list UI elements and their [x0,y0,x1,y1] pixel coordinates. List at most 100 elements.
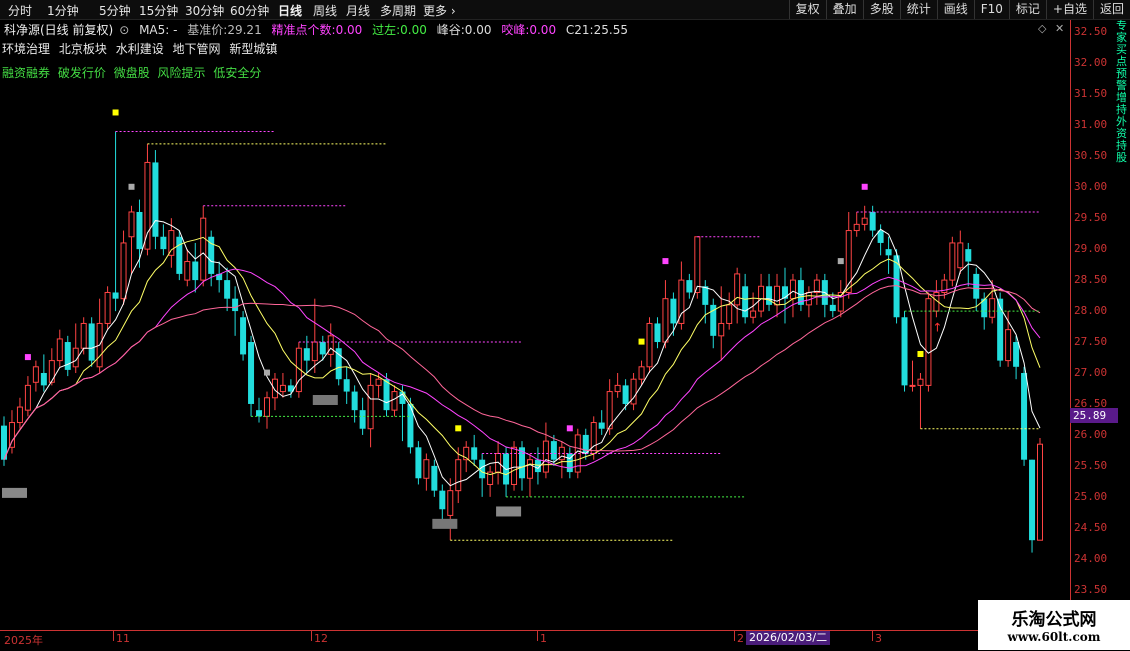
x-separator [311,631,312,641]
tag-beijing[interactable]: 北京板块 [59,42,107,56]
candle-body [542,440,549,473]
signal-marker [128,183,135,190]
candle-body [702,286,709,305]
y-tick-label: 26.00 [1074,427,1108,441]
tag-urbanization[interactable]: 新型城镇 [229,42,277,56]
candle-body [614,384,621,393]
multi-stock-button[interactable]: 多股 [862,0,900,19]
watermark-logo: 乐淘公式网 www.60lt.com [978,600,1130,650]
signal-marker [24,354,31,361]
candle-body [192,261,199,281]
candle-body [447,490,454,516]
candle-body [646,322,653,368]
candle-body [590,422,597,455]
tag-pipeline[interactable]: 地下管网 [173,42,221,56]
overlay-button[interactable]: 叠加 [825,0,863,19]
candle-body [805,291,812,306]
candle-body [232,298,239,312]
candle-body [726,304,733,324]
candle-body [949,242,956,281]
candle-body [774,285,781,306]
close-icon[interactable]: ✕ [1055,22,1064,35]
ma20-line [3,268,1041,469]
tab-intraday[interactable]: 分时 [8,2,32,19]
candle-body [271,378,278,399]
crosshair-date: 2026/02/03/二 [746,631,831,645]
x-label-dec: 12 [314,632,328,645]
tag-water[interactable]: 水利建设 [116,42,164,56]
stock-title: 科净源(日线 前复权) [4,23,114,37]
precise-count-label: 精准点个数: [271,23,336,37]
candle-body [32,366,39,383]
tab-monthly[interactable]: 月线 [346,2,370,19]
diamond-icon[interactable]: ◇ [1038,22,1046,35]
candle-body [431,465,438,491]
candle-body [128,211,135,238]
candle-body [16,406,23,424]
tag-below-ipo[interactable]: 破发行价 [58,66,106,80]
candle-body [311,341,318,362]
y-tick-label: 30.00 [1074,180,1108,194]
candle-body [303,348,310,361]
tab-5min[interactable]: 5分钟 [99,2,131,19]
draw-line-button[interactable]: 画线 [936,0,974,19]
back-button[interactable]: 返回 [1092,0,1130,19]
candle-body [248,342,255,404]
tab-15min[interactable]: 15分钟 [139,2,178,19]
candle-body [1037,443,1043,541]
candle-body [829,304,836,312]
candle-body [718,322,725,337]
candle-body [112,292,119,299]
settings-circle-icon[interactable]: ⊙ [119,23,129,37]
candle-body [64,342,71,370]
candle-body [439,490,446,510]
y-tick-label: 24.50 [1074,520,1108,534]
tab-daily[interactable]: 日线 [278,2,302,19]
mark-button[interactable]: 标记 [1008,0,1046,19]
candle-body [104,291,111,324]
tag-environment[interactable]: 环境治理 [2,42,50,56]
tab-more[interactable]: 更多 › [423,2,456,19]
gap-box [432,518,458,529]
add-watchlist-button[interactable]: +自选 [1045,0,1093,19]
tab-30min[interactable]: 30分钟 [185,2,224,19]
candle-body [391,391,398,411]
tab-1min[interactable]: 1分钟 [47,2,79,19]
gap-box [312,394,338,405]
signal-marker [662,258,669,265]
candle-body [861,217,868,225]
side-panel-strip[interactable]: 专家买点预警增持外资持股 [1116,20,1130,630]
candle-body [789,279,796,300]
candle-body [168,230,175,256]
candle-body [359,410,366,429]
candle-body [24,384,31,411]
c21-label: C21: [565,23,594,37]
x-separator [537,631,538,641]
tag-low-safety[interactable]: 低安全分 [213,66,261,80]
y-tick-label: 29.00 [1074,242,1108,256]
candle-body [144,161,151,250]
tab-60min[interactable]: 60分钟 [230,2,269,19]
candle-body [8,422,15,448]
tag-margin[interactable]: 融资融券 [2,66,50,80]
tag-risk[interactable]: 风险提示 [158,66,206,80]
candle-body [670,298,677,324]
signal-marker [455,425,462,432]
candle-body [965,249,972,262]
candle-body [869,211,876,231]
x-separator [872,631,873,641]
tag-microcap[interactable]: 微盘股 [114,66,150,80]
signal-marker [917,350,924,357]
kline-chart[interactable]: ↑ [0,20,1070,630]
tab-weekly[interactable]: 周线 [313,2,337,19]
f10-button[interactable]: F10 [973,0,1009,19]
candle-body [184,261,191,281]
ma5-label: MA5: - [139,23,178,37]
peak-valley-value: 0.00 [464,23,492,37]
candle-body [511,446,518,485]
tab-multi-period[interactable]: 多周期 [380,2,416,19]
restore-rights-button[interactable]: 复权 [788,0,826,19]
statistics-button[interactable]: 统计 [899,0,937,19]
candle-body [48,360,55,383]
ma10-line [3,236,1041,476]
